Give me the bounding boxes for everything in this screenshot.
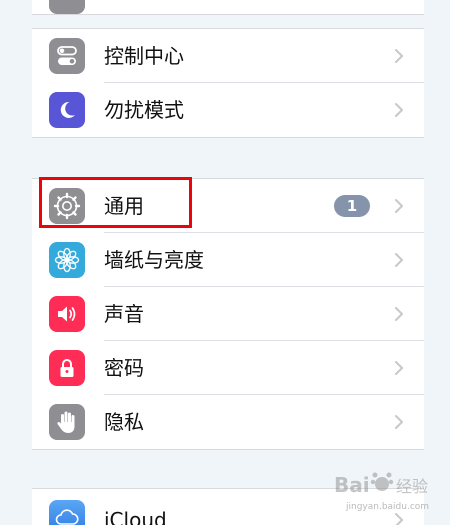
moon-icon: [49, 92, 85, 128]
settings-row-label: 控制中心: [104, 44, 184, 68]
chevron-right-icon: [395, 361, 403, 375]
settings-row-wallpaper[interactable]: 墙纸与亮度: [32, 233, 424, 287]
hand-icon: [49, 404, 85, 440]
cloud-icon: [49, 500, 85, 525]
settings-row-privacy[interactable]: 隐私: [32, 395, 424, 449]
settings-row-do-not-disturb[interactable]: 勿扰模式: [32, 83, 424, 137]
settings-row-passcode[interactable]: 密码: [32, 341, 424, 395]
chevron-right-icon: [395, 253, 403, 267]
settings-row-label: iCloud: [104, 508, 167, 525]
lock-icon: [49, 350, 85, 386]
baidu-paw-logo: Bai 经验: [334, 472, 428, 497]
baidu-watermark: Bai 经验 jingyan.baidu.com: [332, 468, 444, 518]
settings-row-label: 勿扰模式: [104, 98, 184, 122]
partial-icon: [49, 0, 85, 14]
watermark-bai: Bai: [334, 473, 370, 497]
speaker-icon: [49, 296, 85, 332]
settings-group-top-partial: [32, 0, 424, 15]
settings-row-label: 隐私: [104, 410, 144, 434]
settings-row-sounds[interactable]: 声音: [32, 287, 424, 341]
highlight-box: [39, 177, 192, 228]
chevron-right-icon: [395, 49, 403, 63]
settings-row-label: 密码: [104, 356, 144, 380]
settings-row-label: 声音: [104, 302, 144, 326]
chevron-right-icon: [395, 307, 403, 321]
watermark-jingyan: 经验: [396, 477, 428, 496]
chevron-right-icon: [395, 103, 403, 117]
settings-group-1: 控制中心 勿扰模式: [32, 28, 424, 138]
flower-icon: [49, 242, 85, 278]
notification-badge: 1: [334, 195, 370, 217]
settings-screen: 控制中心 勿扰模式 通用 1 墙纸与亮度 声音 密码 隐私 iCloud Bai…: [0, 0, 450, 525]
watermark-url: jingyan.baidu.com: [346, 502, 430, 512]
chevron-right-icon: [395, 199, 403, 213]
settings-row-label: 墙纸与亮度: [104, 248, 204, 272]
control-center-icon: [49, 38, 85, 74]
chevron-right-icon: [395, 415, 403, 429]
settings-row-control-center[interactable]: 控制中心: [32, 29, 424, 83]
